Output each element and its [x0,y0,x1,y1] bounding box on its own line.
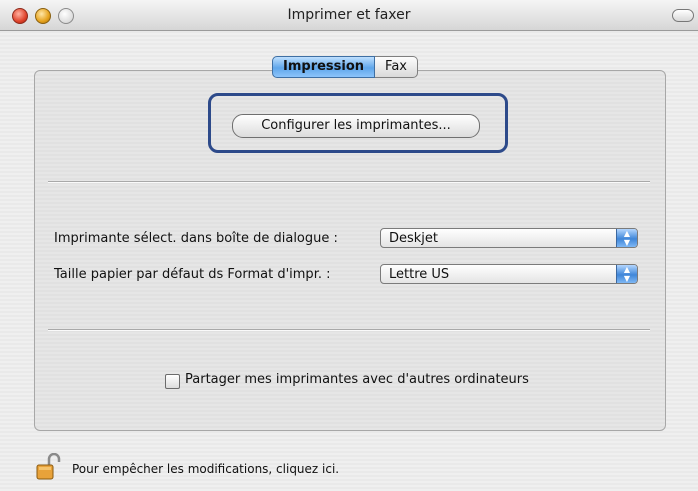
popup-arrows-icon: ▲ ▼ [616,229,637,247]
share-printers-checkbox[interactable] [165,374,180,389]
tab-fax[interactable]: Fax [375,56,418,78]
separator [48,329,650,331]
separator [48,181,650,183]
toolbar-toggle-button[interactable] [672,9,694,22]
lock-message: Pour empêcher les modifications, cliquez… [72,462,340,476]
title-bar[interactable]: Imprimer et faxer [0,0,698,31]
padlock-icon[interactable] [35,453,63,481]
popup-arrows-icon: ▲ ▼ [616,265,637,283]
paper-size-label: Taille papier par défaut ds Format d'imp… [54,267,331,282]
share-printers-label[interactable]: Partager mes imprimantes avec d'autres o… [185,372,529,387]
paper-size-popup[interactable]: Lettre US ▲ ▼ [380,264,638,284]
configure-printers-button[interactable]: Configurer les imprimantes... [232,114,480,138]
printer-select-popup[interactable]: Deskjet ▲ ▼ [380,228,638,248]
paper-size-value: Lettre US [389,267,450,282]
tab-bar: Impression Fax [272,56,418,78]
window-title: Imprimer et faxer [287,7,411,23]
printer-select-label: Imprimante sélect. dans boîte de dialogu… [54,231,338,246]
printer-select-value: Deskjet [389,231,439,246]
tab-impression[interactable]: Impression [272,56,376,78]
print-fax-window: Imprimer et faxer Impression Fax Configu… [0,0,698,491]
